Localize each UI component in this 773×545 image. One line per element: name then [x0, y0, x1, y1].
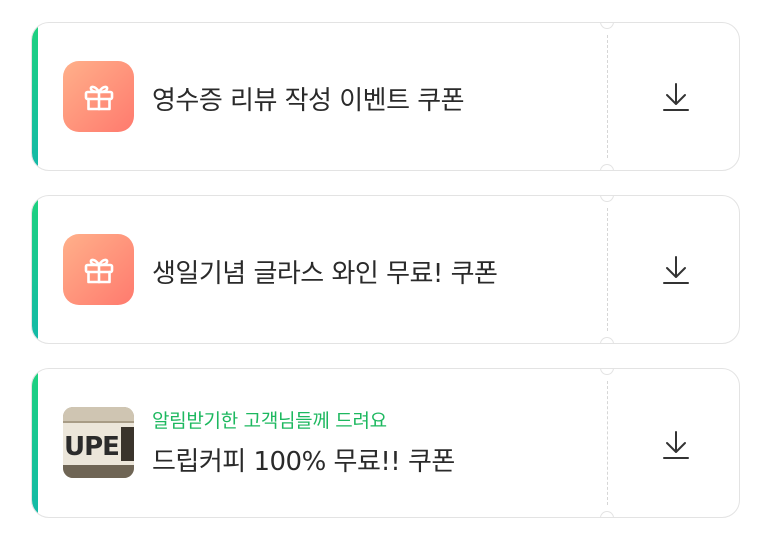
coupon-notch [600, 23, 614, 29]
download-button[interactable] [652, 246, 700, 294]
download-icon [663, 256, 689, 284]
svg-text:UPE: UPE [64, 432, 119, 462]
coupon-notch [600, 369, 614, 375]
download-icon [663, 83, 689, 111]
coupon-notch [600, 337, 614, 343]
coupon-card: UPE 알림받기한 고객님들께 드려요 드립커피 100% 무료!! 쿠폰 [31, 368, 740, 518]
gift-icon [63, 234, 134, 305]
coupon-title: 생일기념 글라스 와인 무료! 쿠폰 [152, 259, 498, 289]
coupon-card: 생일기념 글라스 와인 무료! 쿠폰 [31, 195, 740, 344]
store-thumbnail: UPE [63, 407, 134, 478]
coupon-subtitle: 알림받기한 고객님들께 드려요 [152, 410, 387, 432]
coupon-notch [600, 164, 614, 170]
coupon-card: 영수증 리뷰 작성 이벤트 쿠폰 [31, 22, 740, 171]
download-button[interactable] [652, 421, 700, 469]
coupon-divider [607, 381, 608, 505]
coupon-accent-bar [32, 369, 38, 517]
coupon-title: 영수증 리뷰 작성 이벤트 쿠폰 [152, 86, 465, 116]
coupon-divider [607, 208, 608, 331]
coupon-notch [600, 196, 614, 202]
gift-icon [63, 61, 134, 132]
coupon-accent-bar [32, 196, 38, 343]
coupon-divider [607, 35, 608, 158]
coupon-title: 드립커피 100% 무료!! 쿠폰 [152, 447, 455, 477]
download-icon [663, 431, 689, 459]
coupon-notch [600, 511, 614, 517]
coupon-accent-bar [32, 23, 38, 170]
download-button[interactable] [652, 73, 700, 121]
